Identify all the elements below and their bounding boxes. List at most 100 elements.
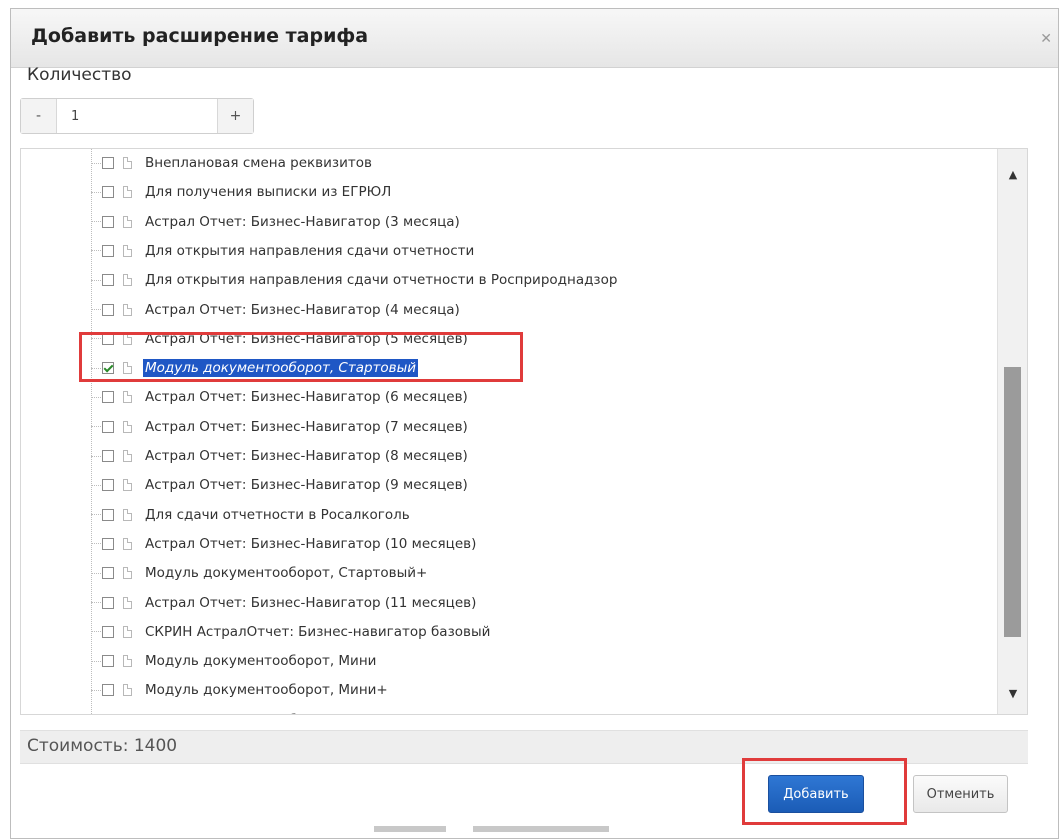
quantity-input[interactable]: 1: [57, 99, 217, 133]
tree-item[interactable]: Модуль документооборот, Мини+: [91, 678, 390, 702]
tree-item[interactable]: Модуль документооборот, Стартовый: [91, 356, 419, 380]
tree-item-label[interactable]: Астрал Отчет: Бизнес-Навигатор (10 месяц…: [143, 535, 478, 553]
tree-connector: [91, 660, 101, 662]
tree-item-checkbox[interactable]: [102, 537, 114, 550]
tree-item-label[interactable]: Модуль документооборот, Стартовый+: [143, 564, 429, 582]
tree-item[interactable]: Для получения выписки из ЕГРЮЛ: [91, 180, 393, 204]
tree-item[interactable]: Для открытия направления сдачи отчетност…: [91, 268, 619, 292]
tree-connector: [91, 162, 101, 164]
tree-item-checkbox[interactable]: [102, 186, 114, 199]
scroll-down-icon[interactable]: ▼: [998, 678, 1027, 708]
dialog-titlebar: Добавить расширение тарифа ✕: [11, 9, 1058, 68]
tree-item-checkbox[interactable]: [102, 157, 114, 169]
tree-item[interactable]: Модуль документооборот, Мини: [91, 649, 378, 673]
document-icon: [123, 215, 132, 228]
tree-item-label[interactable]: Модуль документооборот, Мини: [143, 652, 378, 670]
tree-item-checkbox[interactable]: [102, 274, 114, 287]
document-icon: [123, 244, 132, 257]
tree-connector: [91, 631, 101, 633]
document-icon: [123, 596, 132, 609]
tree-item[interactable]: Астрал Отчет: Бизнес-Навигатор (4 месяца…: [91, 298, 462, 322]
document-icon: [123, 362, 132, 375]
document-icon: [123, 625, 132, 638]
add-button[interactable]: Добавить: [768, 775, 864, 813]
tree-item-checkbox[interactable]: [102, 450, 114, 462]
close-icon[interactable]: ✕: [1040, 31, 1052, 47]
tree-connector: [91, 367, 101, 369]
tree-item-label[interactable]: Астрал Отчет: Бизнес-Навигатор (8 месяце…: [143, 447, 470, 465]
tree-scrollbar[interactable]: ▲ ▼: [997, 149, 1027, 714]
tree-connector: [91, 309, 101, 310]
document-icon: [123, 567, 132, 580]
tree-item-checkbox[interactable]: [102, 362, 114, 375]
extension-tree[interactable]: Внеплановая смена реквизитов Для получени…: [20, 148, 1028, 715]
tree-connector: [91, 689, 101, 691]
cancel-button[interactable]: Отменить: [913, 775, 1008, 813]
tree-connector: [91, 191, 101, 193]
tree-item-label[interactable]: Астрал Отчет: Бизнес-Навигатор (3 месяца…: [143, 213, 462, 231]
tree-item-checkbox[interactable]: [102, 625, 114, 638]
tree-item-checkbox[interactable]: [102, 508, 114, 521]
tree-item-label[interactable]: Для получения выписки из ЕГРЮЛ: [143, 183, 393, 201]
tree-item-checkbox[interactable]: [102, 391, 114, 404]
document-icon: [123, 684, 132, 697]
tree-item-label[interactable]: Астрал Отчет: Бизнес-Навигатор (6 месяце…: [143, 388, 470, 406]
tree-item[interactable]: Астрал Отчет: Бизнес-Навигатор (11 месяц…: [91, 591, 478, 615]
tree-connector: [91, 221, 101, 223]
tree-item[interactable]: Астрал Отчет: Бизнес-Навигатор (9 месяце…: [91, 473, 470, 497]
tree-item-checkbox[interactable]: [102, 713, 114, 714]
increment-button[interactable]: +: [217, 99, 253, 133]
tree-item-label[interactable]: Модуль документооборот, Стартовый: [143, 359, 419, 378]
tree-item[interactable]: Астрал Отчет: Бизнес-Навигатор (8 месяце…: [91, 444, 470, 468]
tree-item-checkbox[interactable]: [102, 420, 114, 433]
tree-item-label[interactable]: СКРИН АстралОтчет: Бизнес-навигатор базо…: [143, 623, 492, 641]
tree-item[interactable]: Астрал Отчет: Бизнес-Навигатор (6 месяце…: [91, 385, 470, 409]
tree-connector: [91, 426, 101, 428]
tree-item[interactable]: Астрал Отчет: Бизнес-Навигатор (3 месяца…: [91, 210, 462, 234]
tree-item-checkbox[interactable]: [102, 596, 114, 609]
decrement-button[interactable]: -: [21, 99, 57, 133]
tree-item-label[interactable]: Для открытия направления сдачи отчетност…: [143, 271, 619, 289]
document-icon: [123, 508, 132, 521]
cost-bar: Стоимость: 1400: [20, 730, 1028, 764]
tree-item-checkbox[interactable]: [102, 215, 114, 228]
tree-item-checkbox[interactable]: [102, 479, 114, 492]
document-icon: [123, 274, 132, 287]
tree-connector: [91, 602, 101, 603]
tree-item-checkbox[interactable]: [102, 332, 114, 345]
tree-item-label[interactable]: Модуль документооборот, Миди: [143, 711, 379, 714]
tree-connector: [91, 484, 101, 486]
tree-item-label[interactable]: Модуль документооборот, Мини+: [143, 681, 390, 699]
document-icon: [123, 186, 132, 199]
tree-connector: [91, 250, 101, 252]
tree-item-label[interactable]: Для открытия направления сдачи отчетност…: [143, 242, 476, 260]
tree-item[interactable]: Астрал Отчет: Бизнес-Навигатор (7 месяце…: [91, 415, 470, 439]
tree-item[interactable]: Для открытия направления сдачи отчетност…: [91, 239, 476, 263]
tree-item-checkbox[interactable]: [102, 567, 114, 580]
tree-item[interactable]: Модуль документооборот, Стартовый+: [91, 561, 429, 585]
dialog-title: Добавить расширение тарифа: [31, 25, 369, 47]
tree-item-checkbox[interactable]: [102, 655, 114, 668]
tree-item-checkbox[interactable]: [102, 684, 114, 697]
tree-item-label[interactable]: Астрал Отчет: Бизнес-Навигатор (4 месяца…: [143, 301, 462, 319]
tree-item-label[interactable]: Для сдачи отчетности в Росалкоголь: [143, 506, 412, 524]
tree-item[interactable]: Астрал Отчет: Бизнес-Навигатор (5 месяце…: [91, 327, 470, 351]
tree-item[interactable]: Модуль документооборот, Миди: [91, 708, 379, 714]
tree-item-checkbox[interactable]: [102, 244, 114, 257]
tree-item-label[interactable]: Астрал Отчет: Бизнес-Навигатор (9 месяце…: [143, 476, 470, 494]
scroll-thumb[interactable]: [1004, 367, 1021, 637]
underlying-ui-fragment: [473, 826, 609, 832]
scroll-up-icon[interactable]: ▲: [998, 159, 1027, 189]
tree-item-label[interactable]: Внеплановая смена реквизитов: [143, 154, 374, 172]
tree-item[interactable]: СКРИН АстралОтчет: Бизнес-навигатор базо…: [91, 620, 492, 644]
tree-item[interactable]: Астрал Отчет: Бизнес-Навигатор (10 месяц…: [91, 532, 478, 556]
cost-text: Стоимость: 1400: [27, 736, 178, 756]
document-icon: [123, 450, 132, 462]
tree-item-checkbox[interactable]: [102, 303, 114, 316]
tree-item[interactable]: Для сдачи отчетности в Росалкоголь: [91, 503, 412, 527]
tree-item-label[interactable]: Астрал Отчет: Бизнес-Навигатор (5 месяце…: [143, 330, 470, 348]
tree-item-label[interactable]: Астрал Отчет: Бизнес-Навигатор (7 месяце…: [143, 418, 470, 436]
tree-item-label[interactable]: Астрал Отчет: Бизнес-Навигатор (11 месяц…: [143, 594, 478, 612]
tree-item[interactable]: Внеплановая смена реквизитов: [91, 151, 374, 175]
tree-connector: [91, 514, 101, 516]
